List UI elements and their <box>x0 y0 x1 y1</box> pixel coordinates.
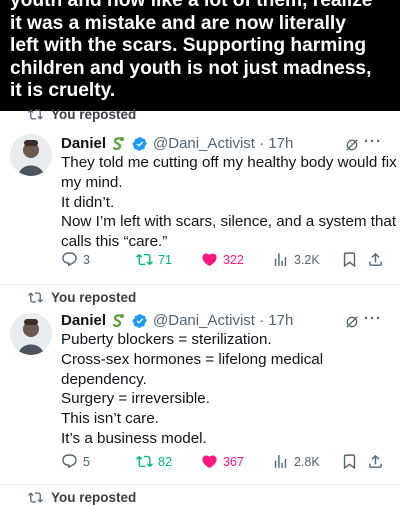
repost-icon <box>136 253 153 266</box>
views-count: 2.8K <box>294 454 320 469</box>
avatar[interactable] <box>10 134 52 176</box>
banner-line: it is cruelty. <box>10 80 116 102</box>
post-text-line: Puberty blockers = sterilization. <box>61 331 272 348</box>
more-icon[interactable]: ··· <box>364 310 382 327</box>
author-handle-time[interactable]: @Dani_Activist · 17h <box>153 312 293 329</box>
like-count: 322 <box>223 252 244 267</box>
post-text-line: It’s a business model. <box>61 429 207 447</box>
repost-icon <box>28 292 43 303</box>
reply-button[interactable]: 3 <box>61 251 90 268</box>
snake-emoji-icon <box>112 313 125 327</box>
divider <box>0 284 400 285</box>
repost-icon <box>28 109 43 120</box>
share-icon[interactable] <box>367 251 384 268</box>
post-header: Daniel @Dani_Activist · 17h <box>61 135 293 152</box>
author-name[interactable]: Daniel <box>61 312 106 329</box>
views-icon <box>274 455 287 468</box>
post-text-line: my mind. <box>61 173 123 191</box>
repost-indicator: You reposted <box>28 107 136 122</box>
repost-label: You reposted <box>51 490 137 505</box>
avatar[interactable] <box>10 313 52 355</box>
author-handle-time[interactable]: @Dani_Activist · 17h <box>153 135 293 152</box>
reply-icon <box>62 252 77 267</box>
post-header: Daniel @Dani_Activist · 17h <box>61 312 293 329</box>
views-button[interactable]: 2.8K <box>272 453 320 470</box>
repost-button[interactable]: 71 <box>136 251 172 268</box>
like-button[interactable]: 322 <box>201 251 244 268</box>
like-count: 367 <box>223 454 244 469</box>
grok-icon[interactable] <box>344 314 360 330</box>
verified-icon <box>132 136 147 151</box>
bookmark-icon[interactable] <box>341 251 358 268</box>
share-icon[interactable] <box>367 453 384 470</box>
repost-label: You reposted <box>51 107 137 122</box>
reply-icon <box>62 454 77 469</box>
repost-indicator: You reposted <box>28 490 136 505</box>
reply-count: 3 <box>83 252 90 267</box>
post-actions: 3 71 322 3.2K <box>61 251 386 271</box>
views-icon <box>274 253 287 266</box>
repost-icon <box>136 455 153 468</box>
bookmark-icon[interactable] <box>341 453 358 470</box>
banner-line: children and youth is not just madness, <box>10 57 372 79</box>
like-icon <box>202 253 217 266</box>
post-text-line: Cross-sex hormones = lifelong medical <box>61 350 324 368</box>
repost-label: You reposted <box>51 290 137 305</box>
snake-emoji-icon <box>112 136 125 150</box>
post-text-line: calls this “care.” <box>61 233 168 251</box>
more-icon[interactable]: ··· <box>364 133 382 150</box>
post-text-line: Surgery = irreversible. <box>61 390 210 408</box>
like-icon <box>202 455 217 468</box>
quoted-text-banner: youth and now like a lot of them, realiz… <box>0 0 400 111</box>
repost-icon <box>28 492 43 503</box>
author-name[interactable]: Daniel <box>61 135 106 152</box>
banner-text: youth and now like a lot of them, realiz… <box>10 0 395 103</box>
views-button[interactable]: 3.2K <box>272 251 320 268</box>
reply-count: 5 <box>83 454 90 469</box>
repost-indicator: You reposted <box>28 290 136 305</box>
avatar-image <box>10 313 52 355</box>
repost-count: 71 <box>158 252 172 267</box>
post-actions: 5 82 367 2.8K <box>61 453 386 473</box>
post-text: Puberty blockers = sterilization. Cross-… <box>61 330 396 449</box>
post-text-line: They told me cutting off my healthy body… <box>61 154 397 171</box>
post-text-line: Now I’m left with scars, silence, and a … <box>61 213 397 231</box>
repost-count: 82 <box>158 454 172 469</box>
banner-line: youth and now like a lot of them, realiz… <box>10 0 373 11</box>
reply-button[interactable]: 5 <box>61 453 90 470</box>
post-text-line: dependency. <box>61 370 147 388</box>
avatar-image <box>10 134 52 176</box>
divider <box>0 484 400 485</box>
banner-line: it was a mistake and are now literally <box>10 12 346 34</box>
verified-icon <box>132 313 147 328</box>
repost-button[interactable]: 82 <box>136 453 172 470</box>
views-count: 3.2K <box>294 252 320 267</box>
grok-icon[interactable] <box>344 137 360 153</box>
post-text-line: This isn’t care. <box>61 410 159 428</box>
post-text: They told me cutting off my healthy body… <box>61 153 397 252</box>
post-text-line: It didn’t. <box>61 193 115 211</box>
like-button[interactable]: 367 <box>201 453 244 470</box>
banner-line: left with the scars. Supporting harming <box>10 35 367 57</box>
